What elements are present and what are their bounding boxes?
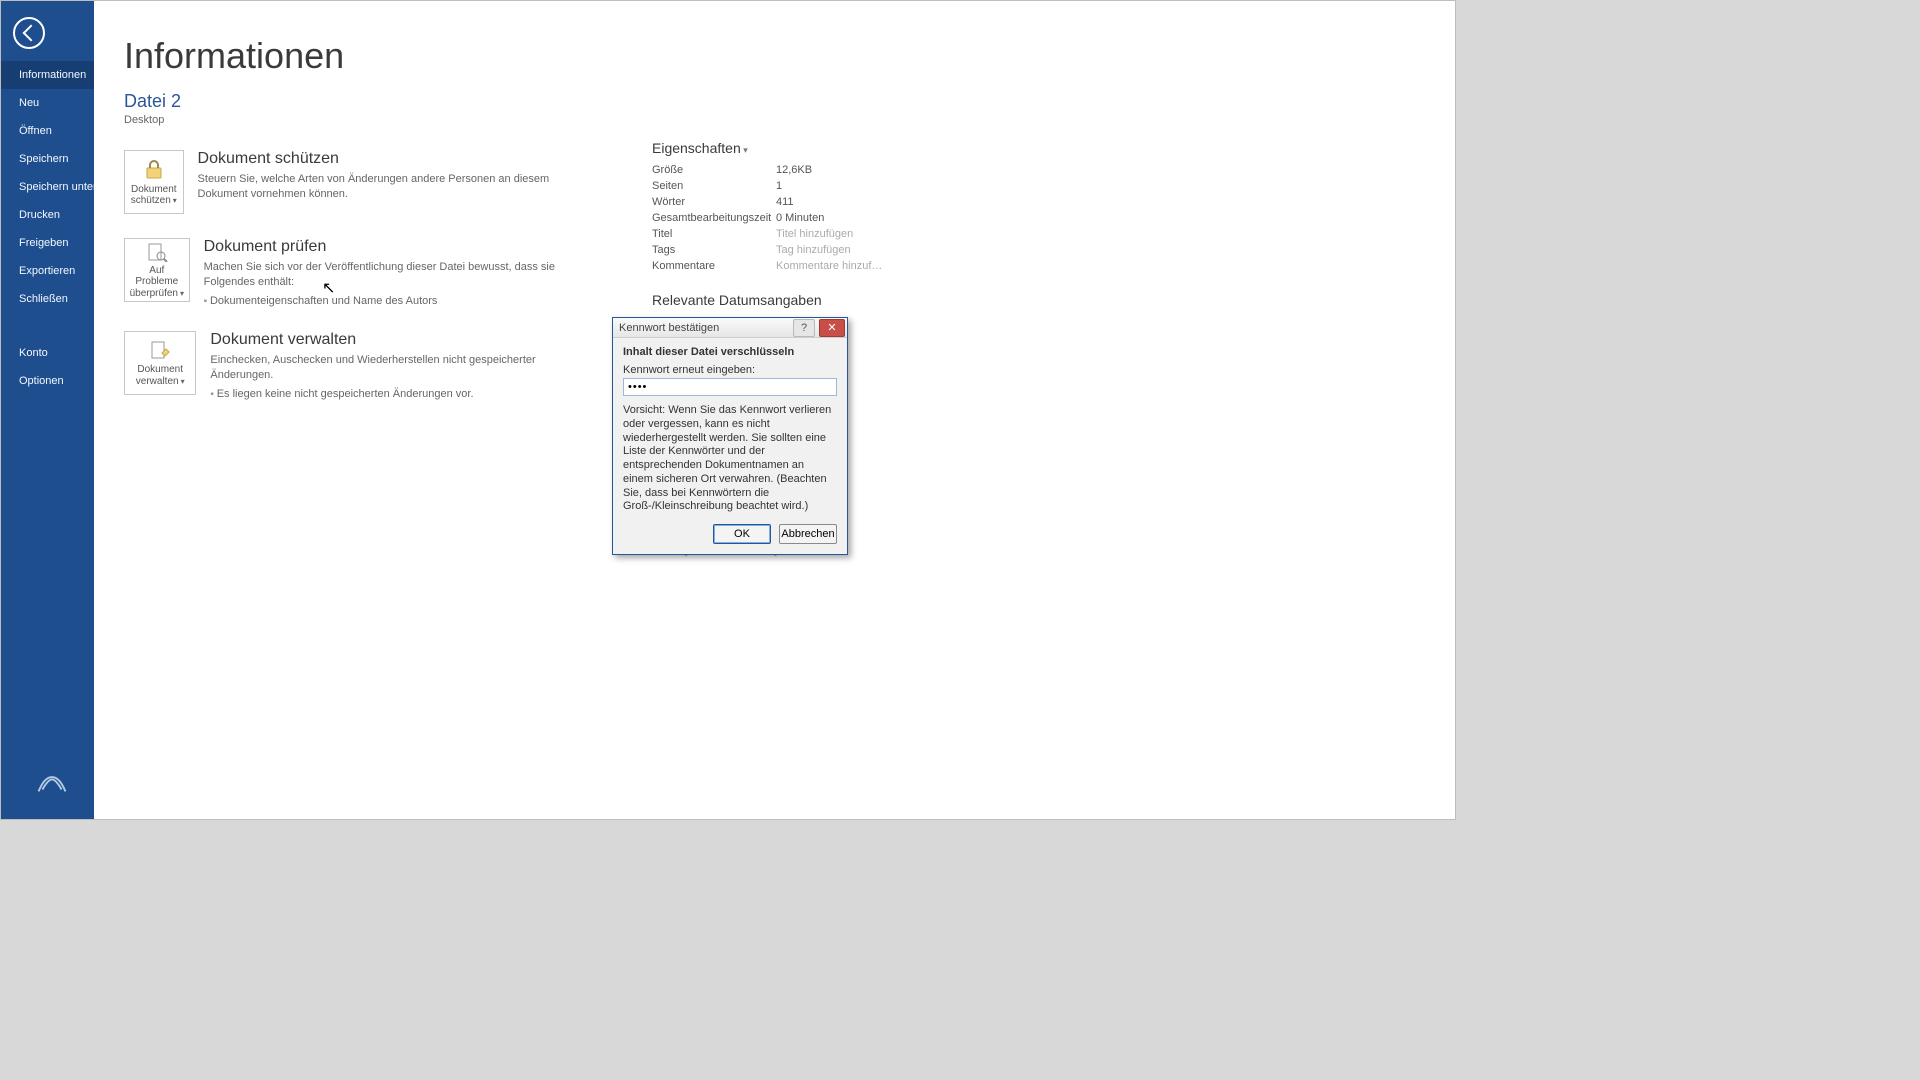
dialog-ok-button[interactable]: OK (713, 524, 771, 544)
protect-desc: Steuern Sie, welche Arten von Änderungen… (198, 172, 592, 203)
prop-key: Titel (652, 228, 776, 240)
prop-key: Tags (652, 244, 776, 256)
prop-val: 0 Minuten (776, 212, 824, 224)
dates-heading: Relevante Datumsangaben (652, 292, 1012, 308)
inspect-bullet: Dokumenteigenschaften und Name des Autor… (204, 295, 592, 307)
prop-val: 1 (776, 180, 782, 192)
prop-key: Gesamtbearbeitungszeit (652, 212, 776, 224)
manage-desc: Einchecken, Auschecken und Wiederherstel… (210, 353, 592, 384)
properties-table: Größe12,6KBSeiten1Wörter411Gesamtbearbei… (652, 162, 1012, 274)
prop-row: Gesamtbearbeitungszeit0 Minuten (652, 210, 1012, 226)
nav-item-4[interactable]: Speichern unter (1, 173, 94, 201)
password-input[interactable] (623, 378, 837, 396)
prop-row[interactable]: KommentareKommentare hinzuf… (652, 258, 1012, 274)
prop-key: Größe (652, 164, 776, 176)
dialog-title: Kennwort bestätigen (613, 322, 793, 334)
brand-logo-icon (29, 755, 75, 801)
manage-icon (146, 338, 174, 362)
prop-key: Seiten (652, 180, 776, 192)
prop-val[interactable]: Kommentare hinzuf… (776, 260, 882, 272)
backstage-sidebar: InformationenNeuÖffnenSpeichernSpeichern… (1, 1, 94, 819)
dialog-cancel-button[interactable]: Abbrechen (779, 524, 837, 544)
nav-item-0[interactable]: Informationen (1, 61, 94, 89)
nav-item-2[interactable]: Öffnen (1, 117, 94, 145)
nav-item-1[interactable]: Neu (1, 89, 94, 117)
inspect-document-tile[interactable]: Auf Probleme überprüfen (124, 238, 190, 302)
prop-val[interactable]: Tag hinzufügen (776, 244, 851, 256)
properties-heading[interactable]: Eigenschaften (652, 140, 1012, 156)
password-label: Kennwort erneut eingeben: (623, 364, 837, 376)
prop-val[interactable]: Titel hinzufügen (776, 228, 853, 240)
document-title: Datei 2 (124, 91, 1425, 112)
inspect-tile-label: Auf Probleme überprüfen (128, 265, 186, 300)
document-location: Desktop (124, 114, 1425, 126)
inspect-desc: Machen Sie sich vor der Veröffentlichung… (204, 260, 592, 291)
inspect-icon (143, 241, 171, 263)
manage-document-tile[interactable]: Dokument verwalten (124, 331, 196, 395)
manage-none: Es liegen keine nicht gespeicherten Ände… (210, 388, 592, 400)
password-warning: Vorsicht: Wenn Sie das Kennwort verliere… (623, 404, 837, 514)
dialog-heading: Inhalt dieser Datei verschlüsseln (623, 346, 837, 358)
nav-item-8[interactable]: Schließen (1, 285, 94, 313)
manage-tile-label: Dokument verwalten (128, 364, 192, 387)
nav-item-7[interactable]: Exportieren (1, 257, 94, 285)
prop-row: Größe12,6KB (652, 162, 1012, 178)
word-backstage-window: Datei 2.docx - Word ? — ▢ ✕ Anmelden Inf… (0, 0, 1456, 820)
dialog-help-button[interactable]: ? (793, 319, 815, 337)
nav-item-b0[interactable]: Konto (1, 339, 94, 367)
prop-key: Wörter (652, 196, 776, 208)
protect-heading: Dokument schützen (198, 150, 592, 168)
nav-item-b1[interactable]: Optionen (1, 367, 94, 395)
protect-document-tile[interactable]: Dokument schützen (124, 150, 184, 214)
manage-heading: Dokument verwalten (210, 331, 592, 349)
back-button[interactable] (13, 17, 45, 49)
nav-item-6[interactable]: Freigeben (1, 229, 94, 257)
prop-row[interactable]: TitelTitel hinzufügen (652, 226, 1012, 242)
prop-key: Kommentare (652, 260, 776, 272)
page-title: Informationen (124, 35, 1425, 77)
lock-icon (140, 158, 168, 182)
prop-row: Seiten1 (652, 178, 1012, 194)
prop-val: 411 (776, 196, 794, 208)
protect-tile-label: Dokument schützen (128, 184, 180, 207)
prop-row: Wörter411 (652, 194, 1012, 210)
nav-item-5[interactable]: Drucken (1, 201, 94, 229)
prop-row[interactable]: TagsTag hinzufügen (652, 242, 1012, 258)
confirm-password-dialog: Kennwort bestätigen ? ✕ Inhalt dieser Da… (612, 317, 848, 555)
nav-item-3[interactable]: Speichern (1, 145, 94, 173)
dialog-titlebar: Kennwort bestätigen ? ✕ (613, 318, 847, 338)
dialog-close-button[interactable]: ✕ (819, 319, 845, 337)
inspect-heading: Dokument prüfen (204, 238, 592, 256)
backstage-nav: InformationenNeuÖffnenSpeichernSpeichern… (1, 61, 94, 395)
prop-val: 12,6KB (776, 164, 812, 176)
